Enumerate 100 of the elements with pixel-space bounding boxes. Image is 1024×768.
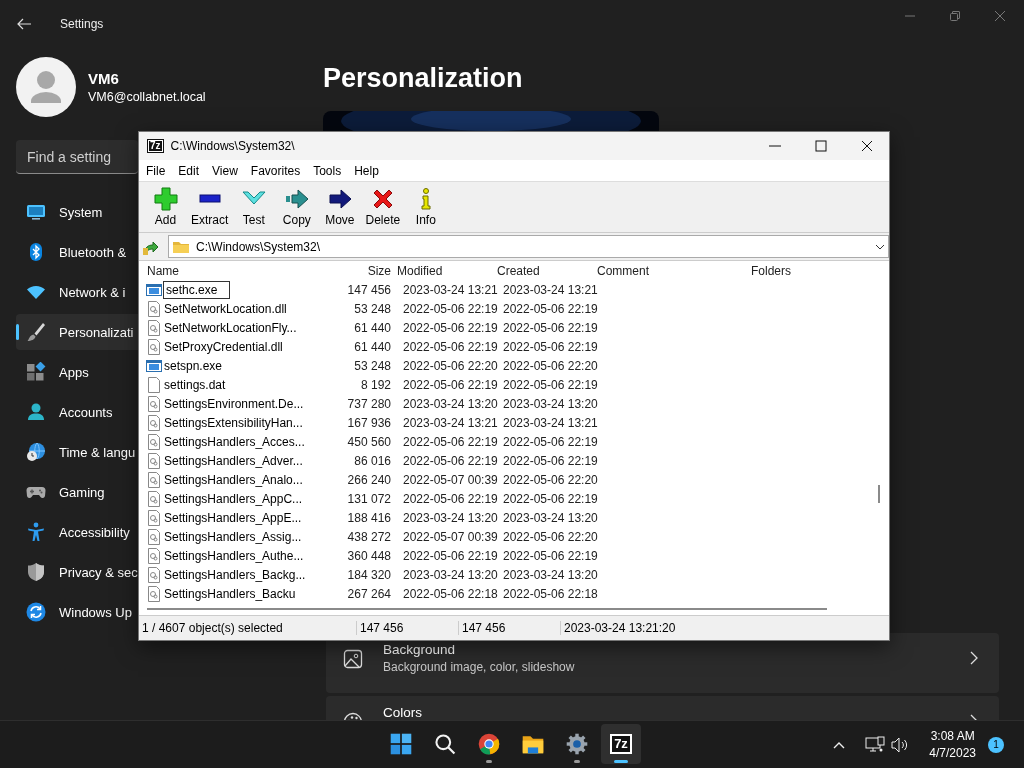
modified-date: 2022-05-06 22:19 xyxy=(402,549,496,564)
file-name[interactable]: SetNetworkLocationFly... xyxy=(163,321,297,336)
modified-date: 2023-03-24 13:20 xyxy=(402,568,496,583)
toolbar-button[interactable]: Delete xyxy=(361,185,405,229)
created-date: 2023-03-24 13:20 xyxy=(502,511,596,526)
modified-date: 2023-03-24 13:20 xyxy=(402,397,496,412)
path-field[interactable]: C:\Windows\System32\ xyxy=(168,235,889,258)
modified-date: 2022-05-06 22:18 xyxy=(402,587,496,602)
file-name[interactable]: SetProxyCredential.dll xyxy=(163,340,283,355)
file-size: 438 272 xyxy=(346,530,392,545)
file-size: 184 320 xyxy=(346,568,392,583)
column-header[interactable]: Modified xyxy=(396,263,496,278)
file-size: 266 240 xyxy=(346,473,392,488)
card-title: Colors xyxy=(383,705,423,720)
file-name[interactable]: SettingsHandlers_Backu xyxy=(163,587,296,602)
toolbar-button[interactable]: Info xyxy=(404,185,448,229)
nav-item[interactable]: System xyxy=(16,194,138,230)
nav-item[interactable]: Network & i xyxy=(16,274,138,310)
menu-item[interactable]: File xyxy=(146,163,166,178)
modified-date: 2023-03-24 13:21 xyxy=(402,283,496,298)
file-name[interactable]: SettingsHandlers_Acces... xyxy=(163,435,305,450)
file-name[interactable]: SettingsHandlers_Analo... xyxy=(163,473,303,488)
file-size: 61 440 xyxy=(353,340,392,355)
file-size: 131 072 xyxy=(346,492,392,507)
toolbar-button[interactable]: Extract xyxy=(187,185,233,229)
column-header[interactable]: Size xyxy=(340,263,396,278)
created-date: 2022-05-06 22:19 xyxy=(502,454,596,469)
status-text: 147 456 xyxy=(459,621,561,635)
menu-item[interactable]: Favorites xyxy=(250,163,301,178)
created-date: 2022-05-06 22:19 xyxy=(502,492,596,507)
menu-item[interactable]: Tools xyxy=(313,163,342,178)
modified-date: 2022-05-06 22:19 xyxy=(402,302,496,317)
created-date: 2022-05-06 22:19 xyxy=(502,340,596,355)
created-date: 2022-05-06 22:20 xyxy=(502,359,596,374)
settings-card[interactable]: Colors xyxy=(326,696,999,720)
file-size: 8 192 xyxy=(359,378,392,393)
nav-item[interactable]: Bluetooth & xyxy=(16,234,138,270)
nav-item[interactable]: Gaming xyxy=(16,474,138,510)
modified-date: 2022-05-06 22:19 xyxy=(402,492,496,507)
file-name[interactable]: SettingsHandlers_Assig... xyxy=(163,530,302,545)
file-size: 53 248 xyxy=(353,359,392,374)
created-date: 2022-05-06 22:18 xyxy=(502,587,596,602)
created-date: 2022-05-06 22:19 xyxy=(502,435,596,450)
file-size: 86 016 xyxy=(353,454,392,469)
search-field[interactable]: Find a setting xyxy=(16,140,138,174)
file-name[interactable]: SettingsEnvironment.De... xyxy=(163,397,304,412)
nav-item[interactable]: Privacy & sec xyxy=(16,554,138,590)
rename-field[interactable]: sethc.exe xyxy=(163,281,230,300)
file-name[interactable]: SettingsHandlers_Adver... xyxy=(163,454,303,469)
file-name[interactable]: SettingsHandlers_Backg... xyxy=(163,568,306,583)
menu-item[interactable]: Help xyxy=(354,163,379,178)
created-date: 2022-05-06 22:19 xyxy=(502,378,596,393)
file-name[interactable]: SetNetworkLocation.dll xyxy=(163,302,287,317)
file-name[interactable]: SettingsHandlers_Authe... xyxy=(163,549,304,564)
created-date: 2023-03-24 13:20 xyxy=(502,568,596,583)
file-size: 147 456 xyxy=(346,283,392,298)
modified-date: 2022-05-07 00:39 xyxy=(402,473,496,488)
toolbar-button[interactable]: Copy xyxy=(275,185,319,229)
file-name[interactable]: SettingsHandlers_AppE... xyxy=(163,511,302,526)
toolbar-button[interactable]: Add xyxy=(144,185,187,229)
nav-item[interactable]: Time & langu xyxy=(16,434,138,470)
nav-item[interactable]: Accessibility xyxy=(16,514,138,550)
window-title: Settings xyxy=(60,17,104,31)
user-name: VM6 xyxy=(88,70,120,87)
nav-item[interactable]: Accounts xyxy=(16,394,138,430)
file-size: 360 448 xyxy=(346,549,392,564)
status-text: 2023-03-24 13:21:20 xyxy=(563,621,676,635)
file-size: 450 560 xyxy=(346,435,392,450)
menu-item[interactable]: View xyxy=(212,163,238,178)
notification-badge[interactable]: 1 xyxy=(988,736,1004,753)
created-date: 2022-05-06 22:19 xyxy=(502,302,596,317)
taskbar-button[interactable]: 7z xyxy=(601,724,641,764)
file-size: 188 416 xyxy=(346,511,392,526)
nav-item[interactable]: Personalizati xyxy=(16,314,138,350)
file-name[interactable]: setspn.exe xyxy=(163,359,223,374)
created-date: 2023-03-24 13:21 xyxy=(502,283,596,298)
column-header[interactable]: Name xyxy=(146,263,340,278)
modified-date: 2022-05-06 22:19 xyxy=(402,435,496,450)
file-name[interactable]: SettingsExtensibilityHan... xyxy=(163,416,303,431)
modified-date: 2022-05-06 22:19 xyxy=(402,378,496,393)
modified-date: 2022-05-06 22:19 xyxy=(402,340,496,355)
modified-date: 2022-05-07 00:39 xyxy=(402,530,496,545)
created-date: 2023-03-24 13:20 xyxy=(502,397,596,412)
file-size: 53 248 xyxy=(353,302,392,317)
nav-item[interactable]: Windows Up xyxy=(16,594,138,630)
column-header[interactable]: Folders xyxy=(696,263,796,278)
file-size: 737 280 xyxy=(346,397,392,412)
toolbar-button[interactable]: Test xyxy=(232,185,276,229)
clock-time[interactable]: 3:08 AM xyxy=(929,727,976,745)
card-title: Background xyxy=(383,642,457,657)
file-size: 267 264 xyxy=(346,587,392,602)
column-header[interactable]: Comment xyxy=(596,263,696,278)
nav-item[interactable]: Apps xyxy=(16,354,138,390)
file-name[interactable]: SettingsHandlers_AppC... xyxy=(163,492,303,507)
column-header[interactable]: Created xyxy=(496,263,596,278)
created-date: 2022-05-06 22:19 xyxy=(502,549,596,564)
toolbar-button[interactable]: Move xyxy=(318,185,362,229)
clock-date[interactable]: 4/7/2023 xyxy=(929,744,976,762)
file-name[interactable]: settings.dat xyxy=(163,378,226,393)
menu-item[interactable]: Edit xyxy=(178,163,200,178)
